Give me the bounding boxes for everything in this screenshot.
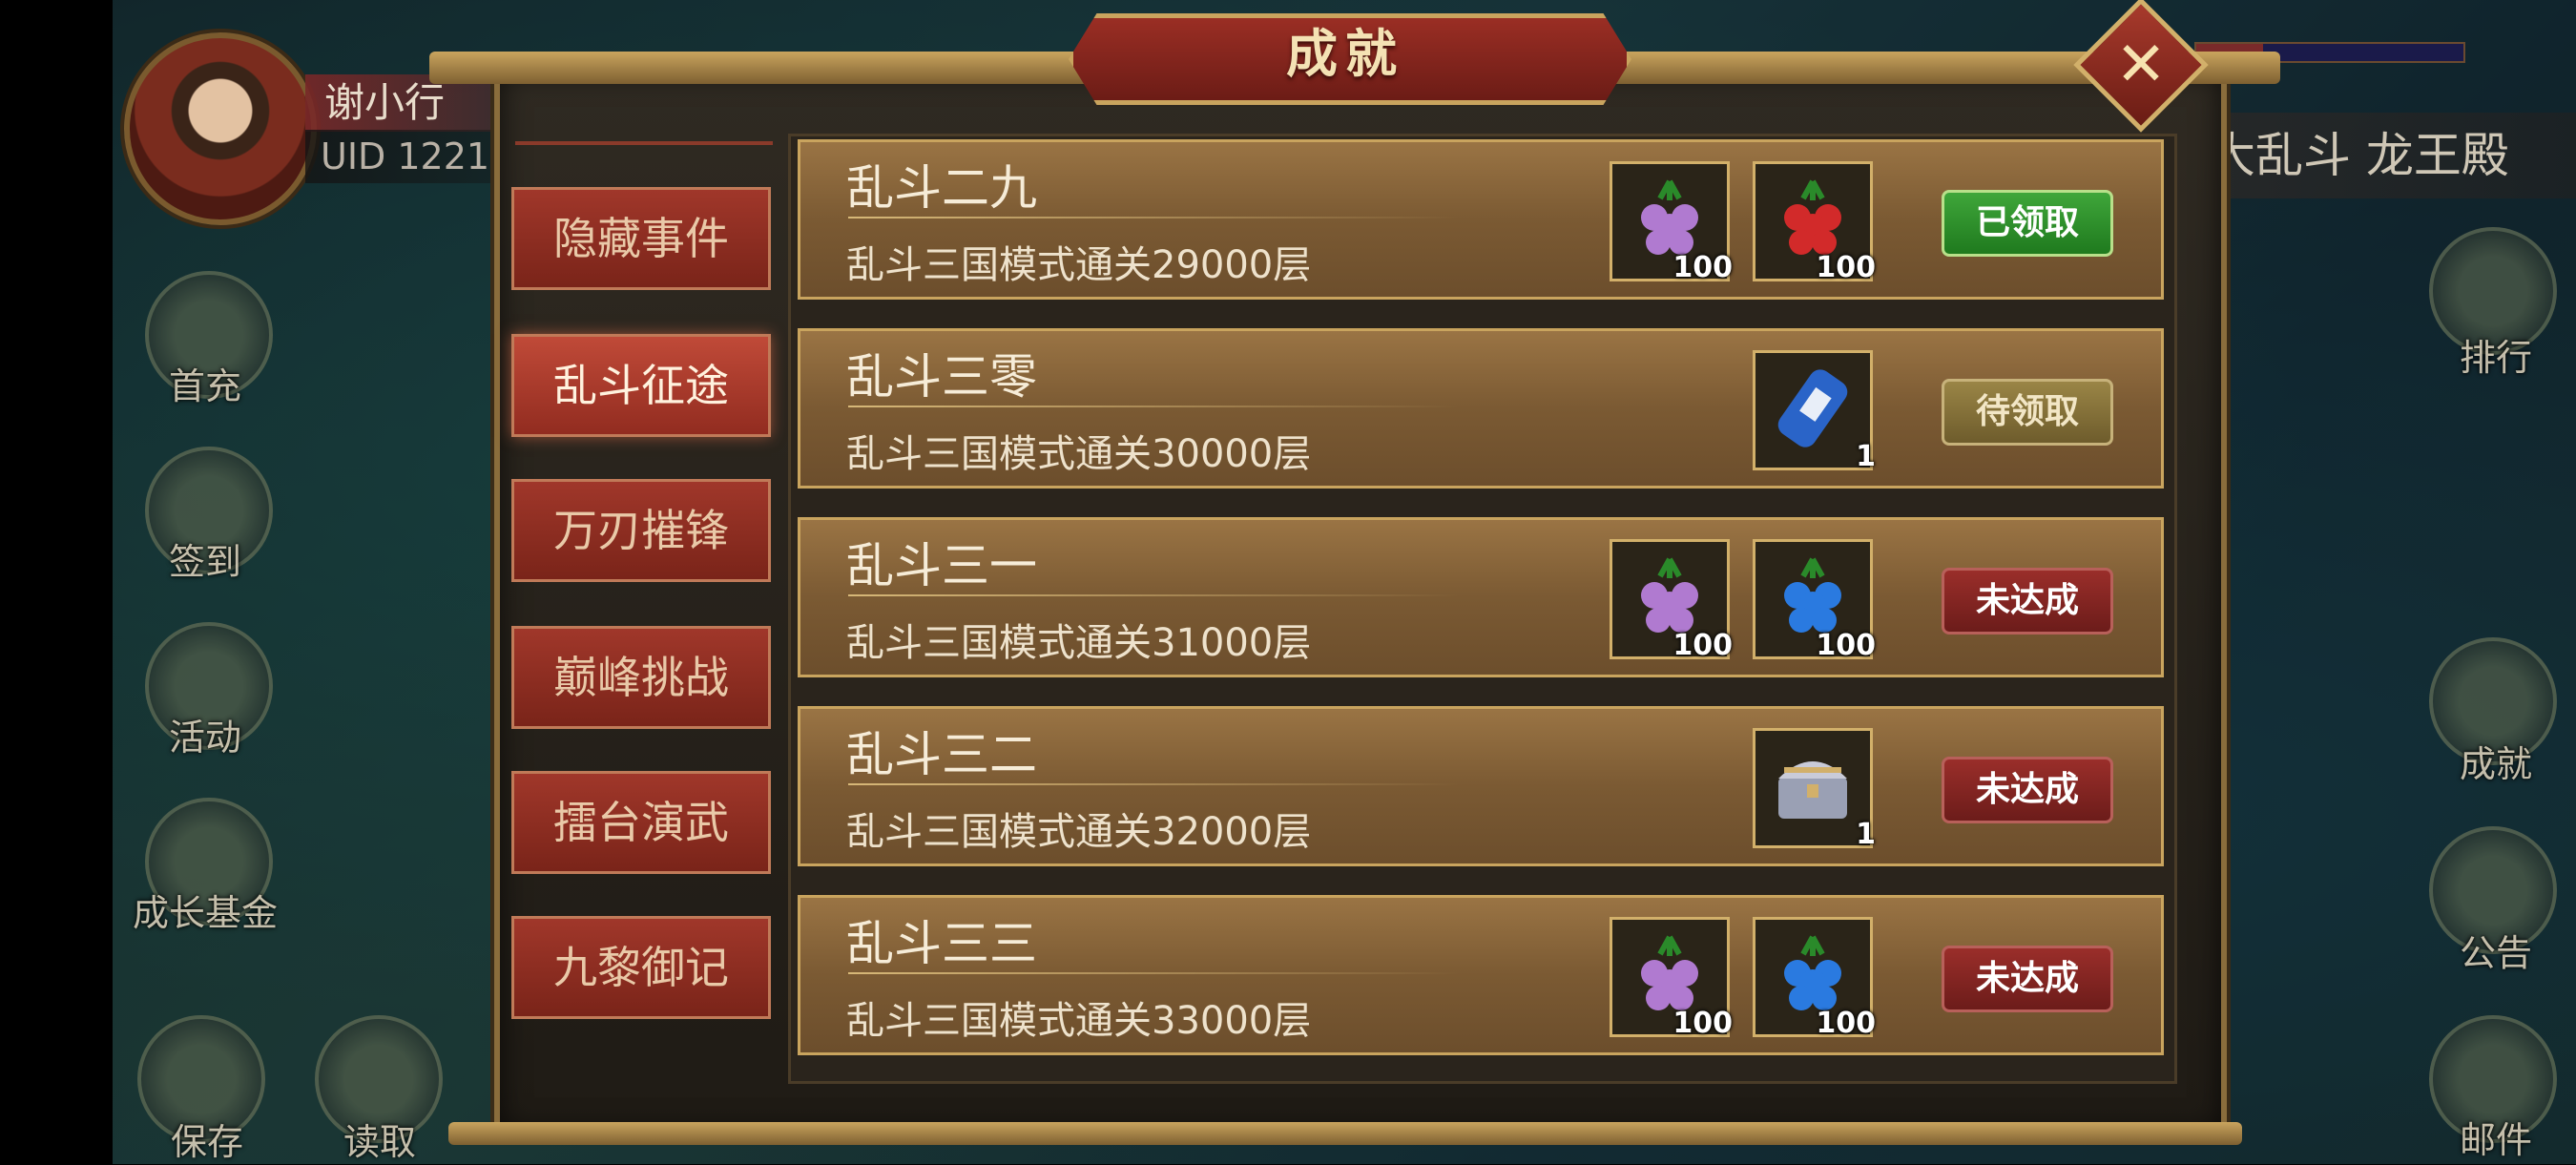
achievement-row: 乱斗三二乱斗三国模式通关32000层 1 未达成 bbox=[798, 706, 2164, 866]
notice-label: 公告 bbox=[2459, 932, 2532, 974]
achievement-name: 乱斗三一 bbox=[846, 538, 1037, 593]
red-grape-icon[interactable]: 100 bbox=[1753, 161, 1876, 284]
reward-quantity: 100 bbox=[1816, 1007, 1876, 1040]
row-divider bbox=[848, 406, 1459, 407]
achievement-description: 乱斗三国模式通关32000层 bbox=[846, 810, 1312, 854]
sign-in-label: 签到 bbox=[168, 541, 241, 583]
purple-grape-icon[interactable]: 100 bbox=[1610, 161, 1733, 284]
player-avatar[interactable] bbox=[124, 32, 317, 225]
tab-hidden-events[interactable]: 隐藏事件 bbox=[511, 187, 771, 290]
save-label: 保存 bbox=[170, 1121, 243, 1163]
reward-quantity: 100 bbox=[1672, 629, 1733, 662]
reward-quantity: 1 bbox=[1856, 818, 1876, 851]
achievement-row: 乱斗三三乱斗三国模式通关33000层 100 100 未达成 bbox=[798, 895, 2164, 1055]
purple-grape-icon[interactable]: 100 bbox=[1610, 917, 1733, 1040]
scroll-icon-graphic bbox=[1777, 369, 1848, 447]
status-unmet-button[interactable]: 未达成 bbox=[1942, 946, 2113, 1012]
row-divider bbox=[848, 594, 1459, 596]
achievement-description: 乱斗三国模式通关33000层 bbox=[846, 999, 1312, 1043]
tab-arena[interactable]: 擂台演武 bbox=[511, 771, 771, 874]
row-divider bbox=[848, 972, 1459, 974]
scroll-icon[interactable]: 1 bbox=[1753, 350, 1876, 473]
achievement-name: 乱斗三二 bbox=[846, 727, 1037, 782]
dialog-bottom-border bbox=[448, 1122, 2242, 1145]
achievement-name: 乱斗三零 bbox=[846, 349, 1037, 405]
reward-quantity: 100 bbox=[1816, 629, 1876, 662]
stage-title: 大乱斗 龙王殿 bbox=[2191, 113, 2576, 198]
blue-grape-icon[interactable]: 100 bbox=[1753, 917, 1876, 1040]
ranking-label: 排行 bbox=[2459, 337, 2532, 379]
growth-fund-label: 成长基金 bbox=[132, 892, 278, 934]
reward-quantity: 100 bbox=[1672, 251, 1733, 284]
status-unmet-button[interactable]: 未达成 bbox=[1942, 757, 2113, 823]
row-divider bbox=[848, 783, 1459, 785]
achievement-name: 乱斗三三 bbox=[846, 916, 1037, 971]
mail-label: 邮件 bbox=[2459, 1119, 2532, 1161]
achievement-row: 乱斗三零乱斗三国模式通关30000层 1 待领取 bbox=[798, 328, 2164, 489]
row-divider bbox=[848, 217, 1459, 218]
first-recharge-label: 首充 bbox=[168, 365, 241, 407]
status-claimed-button[interactable]: 已领取 bbox=[1942, 190, 2113, 257]
dialog-title: 成就 bbox=[1286, 24, 1404, 84]
tab-blade-assault[interactable]: 万刃摧锋 bbox=[511, 479, 771, 582]
achievement-name: 乱斗二九 bbox=[846, 160, 1037, 216]
achievement-description: 乱斗三国模式通关29000层 bbox=[846, 243, 1312, 287]
blue-grape-icon[interactable]: 100 bbox=[1753, 539, 1876, 662]
tab-melee-journey[interactable]: 乱斗征途 bbox=[511, 334, 771, 437]
reward-quantity: 100 bbox=[1816, 251, 1876, 284]
achievement-label: 成就 bbox=[2459, 743, 2532, 785]
tab-jiuli-record[interactable]: 九黎御记 bbox=[511, 916, 771, 1019]
treasure-chest-icon-graphic bbox=[1778, 761, 1847, 819]
activity-label: 活动 bbox=[168, 717, 241, 759]
achievement-description: 乱斗三国模式通关31000层 bbox=[846, 621, 1312, 665]
status-unmet-button[interactable]: 未达成 bbox=[1942, 568, 2113, 635]
purple-grape-icon[interactable]: 100 bbox=[1610, 539, 1733, 662]
achievement-row: 乱斗二九乱斗三国模式通关29000层 100 100 已领取 bbox=[798, 139, 2164, 300]
tab-divider bbox=[515, 141, 773, 145]
status-pending-button[interactable]: 待领取 bbox=[1942, 379, 2113, 446]
tab-peak-challenge[interactable]: 巅峰挑战 bbox=[511, 626, 771, 729]
achievement-row: 乱斗三一乱斗三国模式通关31000层 100 100 未达成 bbox=[798, 517, 2164, 677]
treasure-chest-icon[interactable]: 1 bbox=[1753, 728, 1876, 851]
reward-quantity: 100 bbox=[1672, 1007, 1733, 1040]
load-label: 读取 bbox=[343, 1121, 416, 1163]
achievement-description: 乱斗三国模式通关30000层 bbox=[846, 432, 1312, 476]
reward-quantity: 1 bbox=[1856, 440, 1876, 473]
close-icon[interactable]: ✕ bbox=[2093, 17, 2189, 113]
